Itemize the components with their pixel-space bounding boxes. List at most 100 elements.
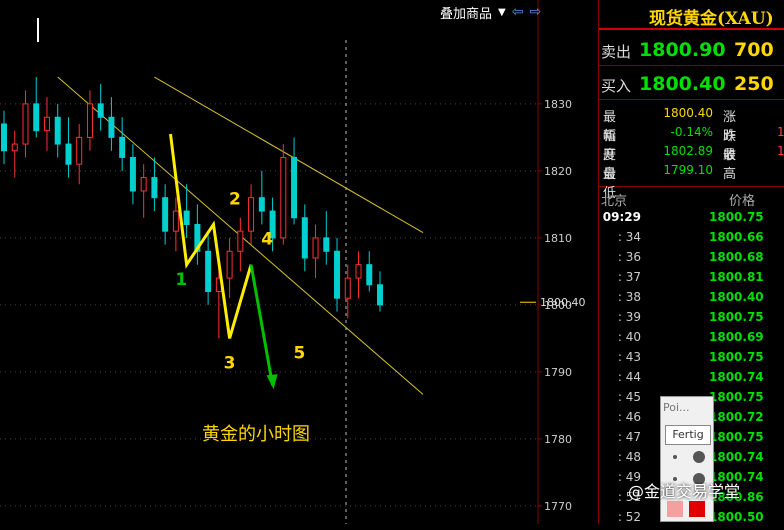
tick-row[interactable]: : 40 1800.69 — [599, 330, 784, 350]
y-tick-label: 1790 — [544, 366, 572, 379]
forward-icon[interactable]: ⇨ — [529, 4, 541, 20]
tick-price: 1800.74 — [709, 450, 764, 464]
tick-price: 1800.75 — [709, 310, 764, 324]
candle-body — [43, 116, 50, 132]
tick-row[interactable]: : 37 1800.81 — [599, 270, 784, 290]
watermark: @金道交易学堂 — [628, 478, 740, 502]
candle-body — [33, 103, 40, 132]
watermark-text: @金道交易学堂 — [628, 482, 741, 501]
buy-volume: 250 — [734, 73, 774, 95]
buy-quote: 买入 1800.40 250 — [599, 68, 784, 100]
candle-body — [140, 177, 147, 192]
stat-value: 1 — [777, 144, 784, 158]
candle-body — [226, 250, 233, 279]
buy-price: 1800.40 — [639, 73, 726, 95]
circle-icon[interactable] — [693, 451, 705, 463]
y-tick-label: 1770 — [544, 500, 572, 513]
candle-body — [355, 264, 362, 279]
tick-time: : 39 — [617, 310, 641, 324]
stat-label: 最高 — [723, 148, 737, 182]
sell-volume: 700 — [734, 39, 774, 61]
tick-row[interactable]: : 39 1800.75 — [599, 310, 784, 330]
candle-body — [97, 103, 104, 118]
projection-line — [249, 264, 275, 386]
tick-row[interactable]: : 43 1800.75 — [599, 350, 784, 370]
overlay-button[interactable]: 叠加商品 — [440, 3, 492, 22]
floating-toolbox: Poi... Fertig — [660, 396, 714, 522]
tick-time: : 38 — [617, 290, 641, 304]
candle-body — [237, 230, 244, 252]
y-tick-label: 1820 — [544, 165, 572, 178]
sell-quote: 卖出 1800.90 700 — [599, 34, 784, 66]
wave-label: 4 — [261, 230, 273, 250]
tick-row[interactable]: : 36 1800.68 — [599, 250, 784, 270]
dot-icon[interactable] — [673, 455, 677, 459]
candle-body — [377, 284, 383, 306]
sell-price: 1800.90 — [639, 39, 726, 61]
candle-body — [248, 197, 255, 232]
candle-body — [258, 197, 265, 212]
stat-value: 1800.40 — [663, 106, 713, 120]
stat-value: 1 — [777, 125, 784, 139]
price-chart: 12345 17701780179018001810182018301800.4… — [0, 0, 586, 524]
sell-label: 卖出 — [601, 43, 632, 61]
candle-body — [151, 177, 158, 199]
tick-time: : 40 — [617, 330, 641, 344]
current-price-label: 1800.40 — [540, 296, 586, 309]
candle-body — [344, 277, 351, 299]
chart-grid — [0, 18, 538, 524]
tick-time: : 46 — [617, 410, 641, 424]
tick-price: 1800.69 — [709, 330, 764, 344]
candle-body — [162, 197, 169, 232]
tick-price: 1800.75 — [709, 350, 764, 364]
tick-row[interactable]: 09:29 1800.75 — [599, 210, 784, 230]
candle-body — [366, 264, 373, 286]
toolbox-header: Poi... — [663, 401, 690, 414]
candle-body — [86, 103, 93, 138]
tick-row[interactable]: : 44 1800.74 — [599, 370, 784, 390]
tick-price: 1800.74 — [709, 370, 764, 384]
candle-body — [108, 116, 115, 138]
projection-arrowhead — [266, 374, 278, 390]
candle-body — [280, 156, 287, 239]
back-icon[interactable]: ⇦ — [512, 4, 524, 20]
tick-row[interactable]: : 34 1800.66 — [599, 230, 784, 250]
wave-label: 5 — [294, 343, 306, 363]
channel-line — [154, 76, 424, 234]
candle-body — [301, 217, 308, 259]
candle-body — [323, 237, 330, 252]
candle-body — [183, 210, 190, 225]
tick-time: : 47 — [617, 430, 641, 444]
candle-body — [129, 156, 136, 192]
ticks-header: 北京 价格 — [599, 188, 784, 209]
tick-time: : 36 — [617, 250, 641, 264]
candlesticks — [1, 77, 383, 339]
instrument-title-bar: 现货黄金(XAU) — [599, 0, 784, 30]
toolbar: 叠加商品 ▼ ⇦ ⇨ — [440, 2, 541, 22]
instrument-title: 现货黄金(XAU) — [649, 9, 774, 29]
candle-body — [65, 143, 72, 165]
red-swatch-icon[interactable] — [689, 501, 705, 517]
candle-body — [291, 156, 298, 219]
dropdown-icon[interactable]: ▼ — [498, 7, 506, 18]
y-tick-label: 1810 — [544, 232, 572, 245]
tick-time: : 43 — [617, 350, 641, 364]
candle-body — [54, 116, 61, 145]
tick-row[interactable]: : 38 1800.40 — [599, 290, 784, 310]
done-button[interactable]: Fertig — [665, 425, 711, 445]
tick-time: : 37 — [617, 270, 641, 284]
light-red-swatch-icon[interactable] — [667, 501, 683, 517]
y-tick-label: 1780 — [544, 433, 572, 446]
candle-body — [11, 143, 18, 152]
tick-time: 09:29 — [602, 210, 641, 224]
tick-price: 1800.81 — [709, 270, 764, 284]
candle-body — [334, 250, 341, 299]
tick-time: : 44 — [617, 370, 641, 384]
candle-body — [76, 136, 83, 165]
stat-value: 1799.10 — [663, 163, 713, 177]
ticks-header-time: 北京 — [601, 194, 628, 209]
tick-price: 1800.75 — [709, 390, 764, 404]
candle-body — [172, 210, 179, 232]
candle-body — [1, 123, 7, 152]
tick-price: 1800.75 — [709, 210, 764, 224]
